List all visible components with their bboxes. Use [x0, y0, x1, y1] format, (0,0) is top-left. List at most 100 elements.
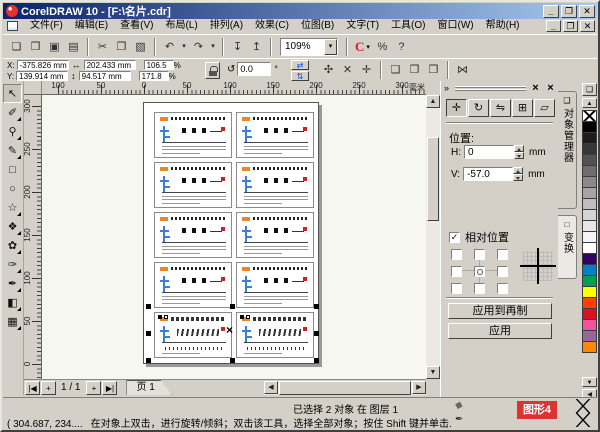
anchor-point-checkbox[interactable] — [451, 283, 462, 294]
anchor-point-checkbox[interactable] — [497, 266, 508, 277]
business-card[interactable] — [154, 162, 232, 208]
rotation-angle-field[interactable]: 0.0 — [237, 62, 271, 76]
anchor-point-checkbox[interactable] — [451, 249, 462, 260]
anchor-point-checkbox[interactable] — [474, 249, 485, 260]
object-y-position-field[interactable]: 139.914 mm — [16, 71, 68, 81]
child-minimize-button[interactable]: _ — [546, 20, 561, 32]
interactive-fill-tool[interactable]: ▦ — [3, 312, 22, 331]
close-button[interactable]: ✕ — [579, 5, 595, 18]
chevron-down-icon[interactable]: ▾ — [324, 39, 337, 55]
to-front-button[interactable]: ❒ — [424, 60, 443, 79]
docker-close-button[interactable]: × — [529, 82, 542, 95]
document-icon[interactable] — [7, 21, 18, 31]
copy-button[interactable]: ❐ — [112, 37, 131, 56]
relative-position-checkbox[interactable]: ✓ — [449, 232, 460, 243]
menu-item[interactable]: 位图(B) — [295, 19, 340, 33]
add-page-after-button[interactable]: + — [86, 381, 101, 395]
titlebar[interactable]: CorelDRAW 10 - [F:\名片.cdr] _ ❐ ✕ — [3, 3, 597, 19]
print-button[interactable]: ▤ — [64, 37, 83, 56]
menu-item[interactable]: 布局(L) — [159, 19, 203, 33]
menu-item[interactable]: 窗口(W) — [432, 19, 480, 33]
menu-item[interactable]: 文件(F) — [24, 19, 69, 33]
shape-tool[interactable]: ✐ — [3, 103, 22, 122]
menu-item[interactable]: 工具(O) — [385, 19, 431, 33]
menu-item[interactable]: 查看(V) — [114, 19, 159, 33]
vertical-ruler[interactable]: 300250200150100500 — [24, 95, 42, 379]
palette-scroll-down-button[interactable]: ▼ — [582, 377, 597, 387]
last-page-button[interactable]: ▶| — [102, 381, 117, 395]
menu-item[interactable]: 编辑(E) — [69, 19, 114, 33]
add-page-before-button[interactable]: + — [41, 381, 56, 395]
import-button[interactable]: ↧ — [228, 37, 247, 56]
nonproportional-lock-button[interactable] — [205, 62, 220, 79]
export-button[interactable]: ↥ — [247, 37, 266, 56]
application-launcher-button[interactable]: C ▾ — [352, 37, 373, 56]
outline-tool[interactable]: ✒ — [3, 274, 22, 293]
zoom-level-combo[interactable]: 109% ▾ — [280, 38, 338, 56]
scale-mirror-tab-button[interactable]: ⇋ — [490, 99, 511, 117]
ellipse-tool[interactable]: ○ — [3, 179, 22, 198]
scroll-right-button[interactable]: ▶ — [412, 381, 426, 394]
business-card[interactable] — [236, 262, 314, 308]
pick-tool[interactable]: ↖ — [3, 84, 22, 103]
position-tab-button[interactable]: ✛ — [446, 99, 467, 117]
open-button[interactable]: ❒ — [26, 37, 45, 56]
anchor-point-checkbox[interactable] — [474, 283, 485, 294]
horizontal-scrollbar[interactable]: ◀ ▶ — [264, 381, 426, 395]
object-x-position-field[interactable]: -375.826 mm — [17, 60, 69, 70]
interactive-blend-tool[interactable]: ✿ — [3, 236, 22, 255]
child-restore-button[interactable]: ❐ — [563, 20, 578, 32]
menu-item[interactable]: 排列(A) — [204, 19, 249, 33]
group-button[interactable]: ❐ — [405, 60, 424, 79]
convert-to-curves-button[interactable]: ⋈ — [453, 60, 472, 79]
horizontal-ruler[interactable]: 毫米 10050050100150200250300 — [42, 81, 426, 95]
scroll-left-button[interactable]: ◀ — [264, 381, 278, 394]
whats-this-help-button[interactable]: ? — [392, 37, 411, 56]
palette-menu-button[interactable]: ❏ — [582, 83, 597, 96]
fill-tool[interactable]: ◧ — [3, 293, 22, 312]
object-height-field[interactable]: 94.517 mm — [79, 71, 131, 81]
scroll-down-button[interactable]: ▼ — [426, 366, 440, 379]
paste-button[interactable]: ▧ — [131, 37, 150, 56]
undo-button[interactable]: ↶ — [160, 37, 179, 56]
apply-to-duplicate-button[interactable]: 应用到再制 — [448, 303, 552, 319]
h-position-input[interactable]: 0 — [464, 145, 514, 159]
freehand-tool[interactable]: ✎ — [3, 141, 22, 160]
save-button[interactable]: ▣ — [45, 37, 64, 56]
new-document-button[interactable]: ❏ — [7, 37, 26, 56]
anchor-point-checkbox[interactable] — [474, 266, 485, 277]
skew-tab-button[interactable]: ▱ — [534, 99, 555, 117]
object-width-field[interactable]: 202.433 mm — [84, 60, 136, 70]
business-card[interactable] — [236, 312, 314, 358]
child-close-button[interactable]: ✕ — [580, 20, 595, 32]
v-position-input[interactable]: -57.0 — [463, 167, 513, 181]
business-card[interactable] — [154, 262, 232, 308]
apply-button[interactable]: 应用 — [448, 323, 552, 339]
object-manager-tab[interactable]: ❑ 对象管理器 — [558, 91, 577, 209]
polygon-tool[interactable]: ☆ — [3, 198, 22, 217]
transformation-tab[interactable]: □ 变换 — [558, 215, 577, 279]
ruler-origin[interactable] — [24, 81, 42, 95]
restore-button[interactable]: ❐ — [561, 5, 577, 18]
redo-button[interactable]: ↷ — [189, 37, 208, 56]
combine-button[interactable]: ❏ — [386, 60, 405, 79]
basic-shapes-tool[interactable]: ❖ — [3, 217, 22, 236]
intersect-button[interactable]: ✛ — [357, 60, 376, 79]
palette-scroll-up-button[interactable]: ▲ — [582, 98, 597, 108]
first-page-button[interactable]: |◀ — [25, 381, 40, 395]
docker-grab-bar[interactable]: » × × — [441, 83, 558, 95]
cut-button[interactable]: ✂ — [93, 37, 112, 56]
drawing-canvas[interactable]: × — [42, 95, 426, 379]
horizontal-scroll-thumb[interactable] — [279, 381, 411, 395]
rotate-tab-button[interactable]: ↻ — [468, 99, 489, 117]
trim-button[interactable]: ✕ — [338, 60, 357, 79]
business-card[interactable] — [154, 112, 232, 158]
document-page[interactable] — [143, 102, 319, 364]
vertical-scroll-thumb[interactable] — [427, 137, 439, 221]
menu-item[interactable]: 帮助(H) — [480, 19, 526, 33]
anchor-point-checkbox[interactable] — [497, 249, 508, 260]
docker-group-close-button[interactable]: × — [544, 82, 557, 95]
docker-collapse-button[interactable]: » — [444, 83, 449, 93]
anchor-point-checkbox[interactable] — [497, 283, 508, 294]
business-card[interactable] — [236, 212, 314, 258]
